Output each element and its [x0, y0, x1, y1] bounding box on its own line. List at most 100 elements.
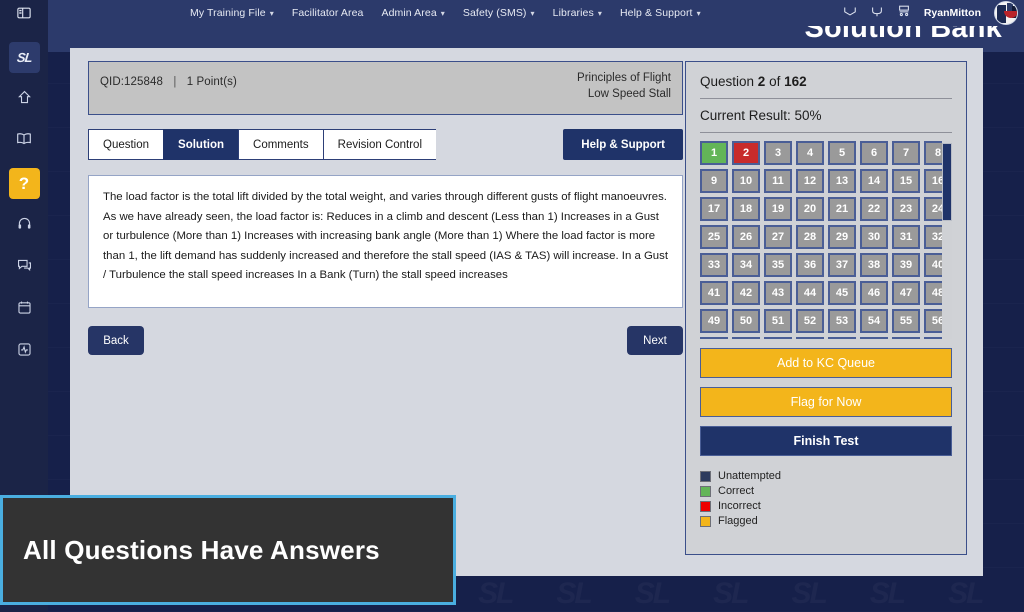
status-swatch: [700, 470, 711, 482]
question-counter: Question 2 of 162: [700, 74, 952, 98]
question-cell-11[interactable]: 11: [764, 169, 792, 193]
nav-item-libraries[interactable]: Libraries ▾: [553, 7, 602, 19]
question-cell-2[interactable]: 2: [732, 141, 760, 165]
sidebar-item-home[interactable]: [9, 84, 40, 115]
question-topic: Principles of Flight Low Speed Stall: [577, 70, 671, 102]
chevron-down-icon: ▾: [696, 8, 701, 18]
question-cell-47[interactable]: 47: [892, 281, 920, 305]
next-button[interactable]: Next: [627, 326, 683, 355]
question-cell-10[interactable]: 10: [732, 169, 760, 193]
nav-item-safety-sms[interactable]: Safety (SMS) ▾: [463, 7, 535, 19]
sidebar-toggle-icon[interactable]: [0, 0, 48, 26]
question-cell-50[interactable]: 50: [732, 309, 760, 333]
question-cell-46[interactable]: 46: [860, 281, 888, 305]
question-cell-36[interactable]: 36: [796, 253, 824, 277]
question-cell-26[interactable]: 26: [732, 225, 760, 249]
question-cell-14[interactable]: 14: [860, 169, 888, 193]
question-cell-38[interactable]: 38: [860, 253, 888, 277]
sidebar-item-support[interactable]: [9, 210, 40, 241]
question-cell-6[interactable]: 6: [860, 141, 888, 165]
question-cell-29[interactable]: 29: [828, 225, 856, 249]
question-cell-49[interactable]: 49: [700, 309, 728, 333]
question-cell-62[interactable]: 62: [860, 337, 888, 339]
back-button[interactable]: Back: [88, 326, 144, 355]
question-cell-43[interactable]: 43: [764, 281, 792, 305]
tab-question[interactable]: Question: [88, 129, 164, 160]
question-cell-60[interactable]: 60: [796, 337, 824, 339]
finish-test-button[interactable]: Finish Test: [700, 426, 952, 456]
inbox-icon[interactable]: [843, 4, 857, 23]
question-cell-19[interactable]: 19: [764, 197, 792, 221]
question-cell-13[interactable]: 13: [828, 169, 856, 193]
question-cell-4[interactable]: 4: [796, 141, 824, 165]
grid-scrollbar-thumb[interactable]: [942, 143, 952, 221]
question-cell-45[interactable]: 45: [828, 281, 856, 305]
nav-item-admin-area[interactable]: Admin Area ▾: [381, 7, 444, 19]
nav-item-my-training-file[interactable]: My Training File ▾: [190, 7, 274, 19]
question-meta: QID:125848 | 1 Point(s): [100, 76, 237, 88]
question-cell-25[interactable]: 25: [700, 225, 728, 249]
nav-label: My Training File: [190, 7, 266, 19]
question-cell-17[interactable]: 17: [700, 197, 728, 221]
cart-icon[interactable]: [897, 4, 911, 23]
question-cell-44[interactable]: 44: [796, 281, 824, 305]
legend-item-flagged: Flagged: [700, 515, 952, 527]
question-cell-61[interactable]: 61: [828, 337, 856, 339]
question-cell-20[interactable]: 20: [796, 197, 824, 221]
sidebar-item-chat[interactable]: [9, 252, 40, 283]
question-cell-37[interactable]: 37: [828, 253, 856, 277]
question-cell-21[interactable]: 21: [828, 197, 856, 221]
question-cell-55[interactable]: 55: [892, 309, 920, 333]
question-cell-1[interactable]: 1: [700, 141, 728, 165]
question-cell-23[interactable]: 23: [892, 197, 920, 221]
question-cell-12[interactable]: 12: [796, 169, 824, 193]
question-cell-28[interactable]: 28: [796, 225, 824, 249]
question-cell-7[interactable]: 7: [892, 141, 920, 165]
question-cell-35[interactable]: 35: [764, 253, 792, 277]
bell-icon[interactable]: [870, 4, 884, 23]
tab-comments[interactable]: Comments: [238, 129, 323, 160]
question-cell-53[interactable]: 53: [828, 309, 856, 333]
back-button-label: Back: [103, 334, 129, 347]
question-cell-33[interactable]: 33: [700, 253, 728, 277]
help-and-support-button[interactable]: Help & Support: [563, 129, 683, 160]
question-cell-42[interactable]: 42: [732, 281, 760, 305]
sidebar-item-logo[interactable]: SL: [8, 42, 40, 73]
flag-for-now-button[interactable]: Flag for Now: [700, 387, 952, 417]
sidebar-item-library[interactable]: [9, 126, 40, 157]
question-cell-58[interactable]: 58: [732, 337, 760, 339]
question-cell-22[interactable]: 22: [860, 197, 888, 221]
question-cell-52[interactable]: 52: [796, 309, 824, 333]
question-cell-27[interactable]: 27: [764, 225, 792, 249]
chevron-down-icon: ▾: [597, 8, 602, 18]
avatar[interactable]: [994, 1, 1018, 25]
add-to-kc-queue-button[interactable]: Add to KC Queue: [700, 348, 952, 378]
question-cell-63[interactable]: 63: [892, 337, 920, 339]
question-cell-5[interactable]: 5: [828, 141, 856, 165]
question-cell-51[interactable]: 51: [764, 309, 792, 333]
tab-solution[interactable]: Solution: [163, 129, 239, 160]
nav-item-help-support[interactable]: Help & Support ▾: [620, 7, 701, 19]
grid-scrollbar-track[interactable]: [942, 141, 952, 339]
sidebar-item-questions[interactable]: ?: [8, 168, 40, 199]
tab-revision-control[interactable]: Revision Control: [322, 129, 437, 160]
question-cell-41[interactable]: 41: [700, 281, 728, 305]
sidebar-item-health[interactable]: [9, 336, 40, 367]
question-cell-39[interactable]: 39: [892, 253, 920, 277]
question-cell-59[interactable]: 59: [764, 337, 792, 339]
nav-item-facilitator-area[interactable]: Facilitator Area: [292, 7, 364, 19]
question-cell-54[interactable]: 54: [860, 309, 888, 333]
question-cell-18[interactable]: 18: [732, 197, 760, 221]
nav-label: Libraries: [552, 7, 594, 19]
legend-label: Flagged: [718, 515, 758, 527]
question-cell-3[interactable]: 3: [764, 141, 792, 165]
question-cell-34[interactable]: 34: [732, 253, 760, 277]
question-cell-57[interactable]: 57: [700, 337, 728, 339]
next-button-label: Next: [643, 334, 667, 347]
question-cell-30[interactable]: 30: [860, 225, 888, 249]
sidebar-item-calendar[interactable]: [9, 294, 40, 325]
question-cell-9[interactable]: 9: [700, 169, 728, 193]
question-cell-15[interactable]: 15: [892, 169, 920, 193]
question-cell-31[interactable]: 31: [892, 225, 920, 249]
legend-label: Incorrect: [718, 500, 761, 512]
